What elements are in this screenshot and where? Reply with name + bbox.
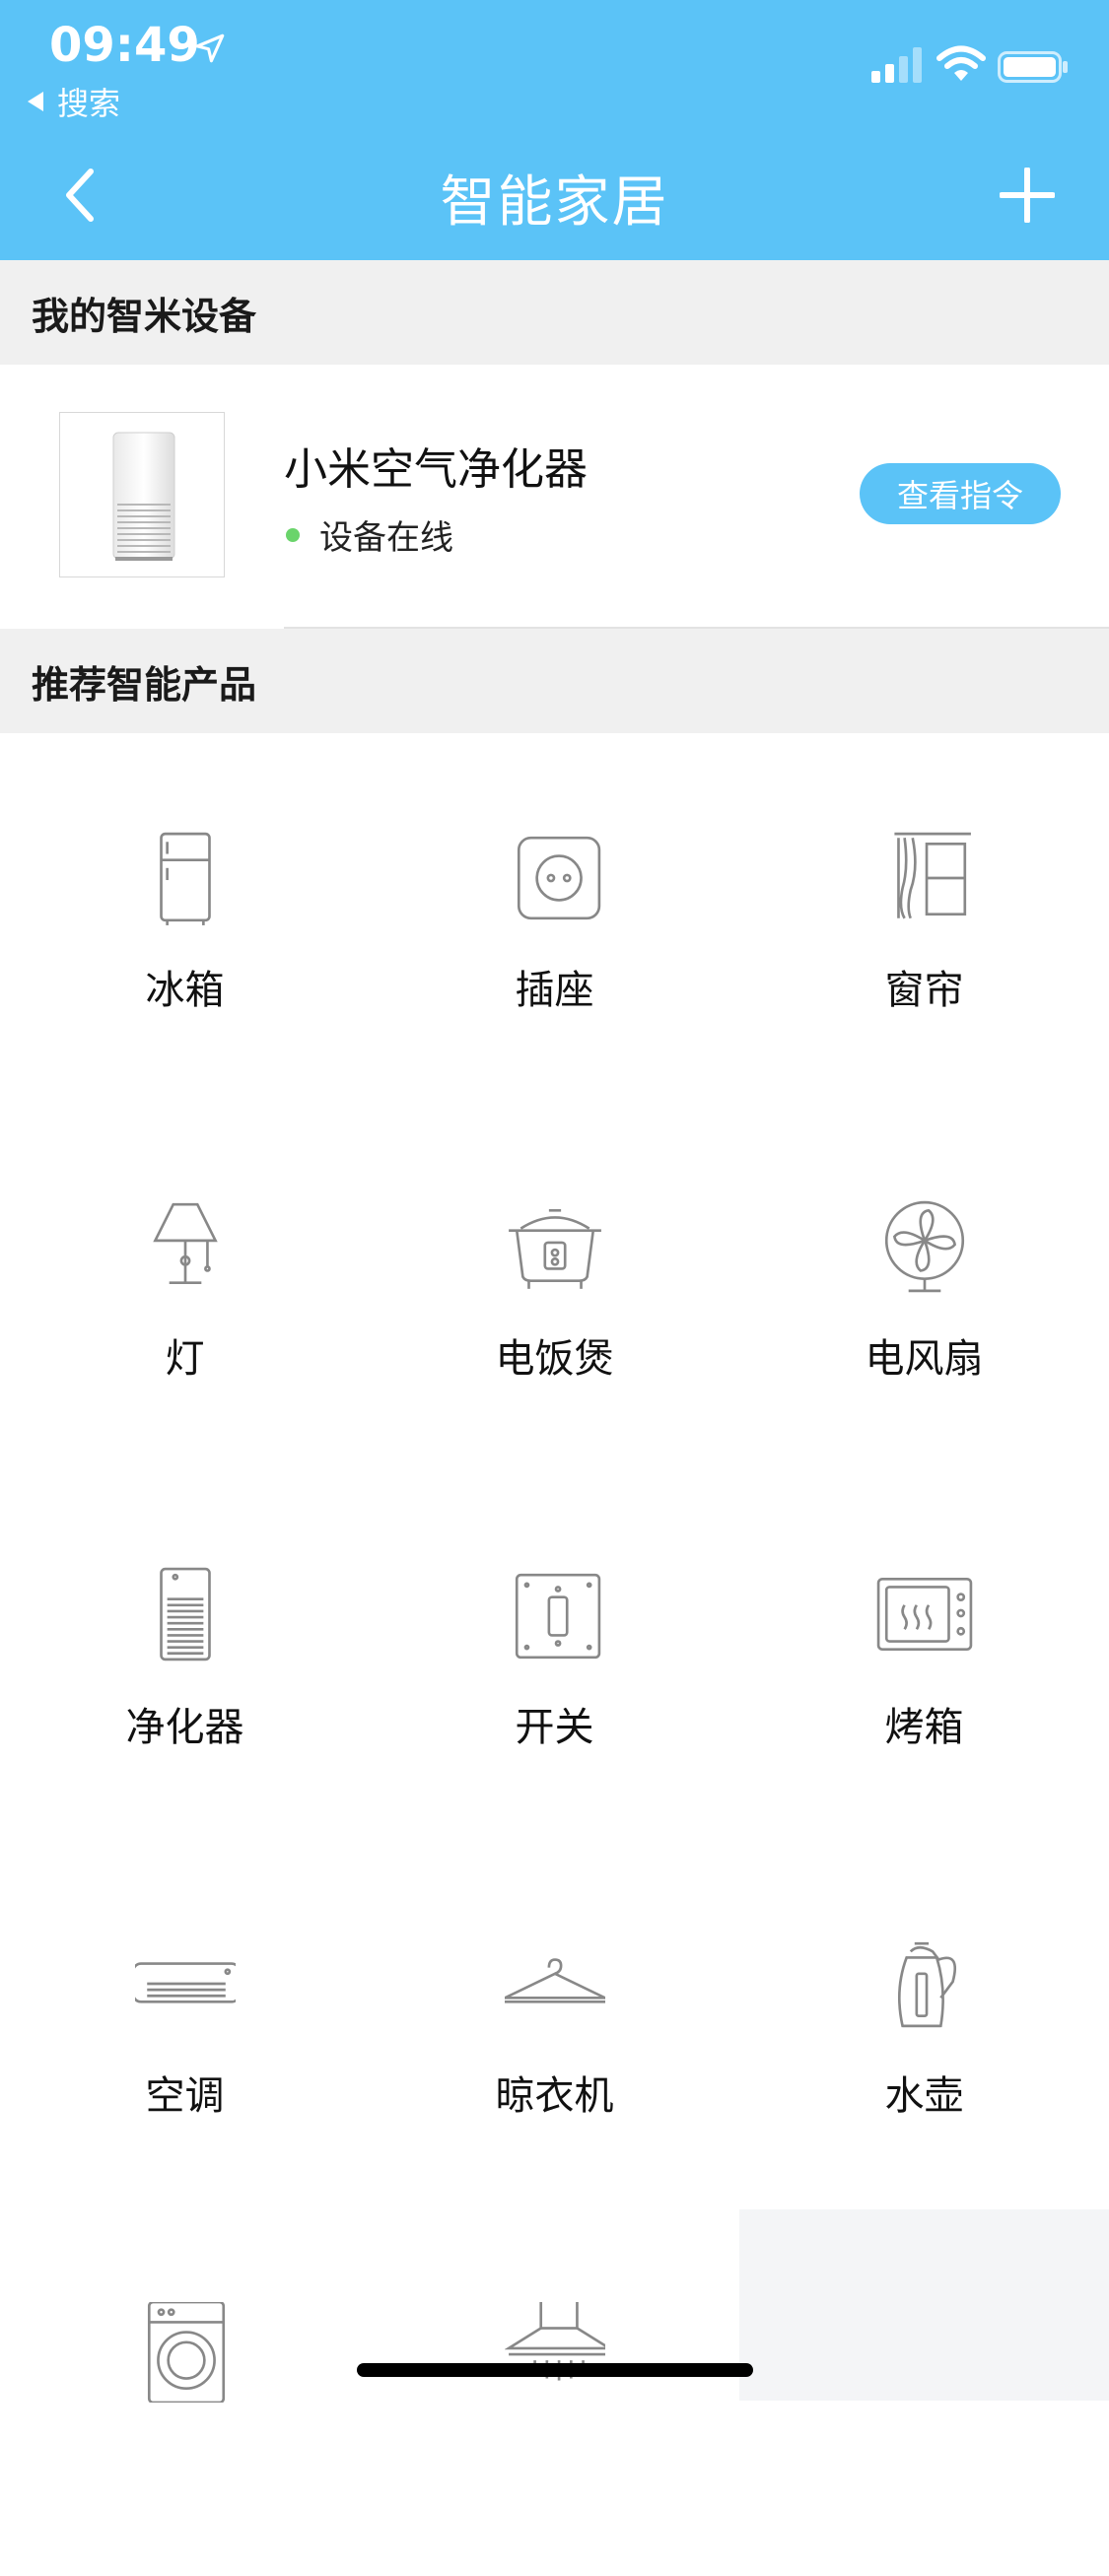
air-conditioner-icon (135, 1962, 236, 2003)
product-rice-cooker[interactable]: 电饭煲 (370, 1102, 739, 1470)
kettle-icon (898, 1941, 957, 2028)
product-kettle[interactable]: 水壶 (739, 1839, 1109, 2207)
product-clothes-dryer[interactable]: 晾衣机 (370, 1839, 739, 2207)
location-arrow-icon (195, 34, 225, 63)
curtain-icon (894, 832, 971, 919)
device-name: 小米空气净化器 (284, 444, 588, 495)
page-title: 智能家居 (440, 170, 669, 235)
purifier-thumbnail (59, 412, 225, 577)
product-fridge[interactable]: 冰箱 (0, 733, 370, 1102)
my-devices-header: 我的智米设备 (0, 260, 1109, 365)
online-status-dot (286, 528, 300, 542)
product-label: 插座 (515, 968, 594, 1013)
back-triangle-icon (28, 92, 43, 111)
product-purifier[interactable]: 净化器 (0, 1470, 370, 1839)
product-socket[interactable]: 插座 (370, 733, 739, 1102)
view-commands-button[interactable]: 查看指令 (860, 463, 1061, 524)
product-label: 开关 (515, 1705, 594, 1750)
product-label: 水壶 (884, 2073, 964, 2119)
product-label: 电风扇 (865, 1336, 984, 1382)
product-air-conditioner[interactable]: 空调 (0, 1839, 370, 2207)
product-label: 灯 (165, 1336, 205, 1382)
product-label: 冰箱 (145, 968, 225, 1013)
app-header: 09:49 搜索 智能家居 (0, 0, 1109, 260)
product-label: 晾衣机 (495, 2073, 614, 2119)
product-switch[interactable]: 开关 (370, 1470, 739, 1839)
status-time: 09:49 (49, 18, 200, 73)
back-to-search-link[interactable]: 搜索 (28, 79, 120, 124)
oven-icon (876, 1577, 973, 1652)
product-washing-machine[interactable] (0, 2207, 370, 2576)
product-label: 空调 (145, 2073, 225, 2119)
device-status: 设备在线 (319, 518, 453, 558)
product-label: 净化器 (125, 1705, 244, 1750)
range-hood-icon (505, 2302, 605, 2381)
lamp-icon (153, 1202, 218, 1285)
device-card[interactable]: 小米空气净化器 设备在线 查看指令 (0, 365, 1109, 629)
empty-grid-cell (739, 2209, 1109, 2401)
socket-icon (517, 836, 601, 920)
fan-icon (884, 1200, 965, 1293)
product-oven[interactable]: 烤箱 (739, 1470, 1109, 1839)
air-purifier-image-icon (112, 432, 175, 561)
product-label: 电饭煲 (495, 1336, 614, 1382)
recommended-header: 推荐智能产品 (0, 629, 1109, 733)
add-icon[interactable] (1000, 168, 1055, 223)
washing-machine-icon (147, 2302, 226, 2403)
back-to-search-label: 搜索 (57, 85, 121, 122)
rice-cooker-icon (509, 1208, 601, 1289)
home-indicator[interactable] (357, 2363, 753, 2377)
purifier-icon (160, 1567, 211, 1661)
product-label: 窗帘 (884, 968, 964, 1013)
cellular-signal-icon (871, 47, 922, 83)
switch-icon (515, 1573, 601, 1660)
battery-icon (998, 51, 1068, 83)
product-fan[interactable]: 电风扇 (739, 1102, 1109, 1470)
product-lamp[interactable]: 灯 (0, 1102, 370, 1470)
product-range-hood[interactable] (370, 2207, 739, 2576)
product-curtain[interactable]: 窗帘 (739, 733, 1109, 1102)
fridge-icon (160, 832, 211, 925)
hanger-icon (505, 1958, 605, 2003)
product-label: 烤箱 (884, 1705, 964, 1750)
wifi-icon (936, 45, 986, 81)
